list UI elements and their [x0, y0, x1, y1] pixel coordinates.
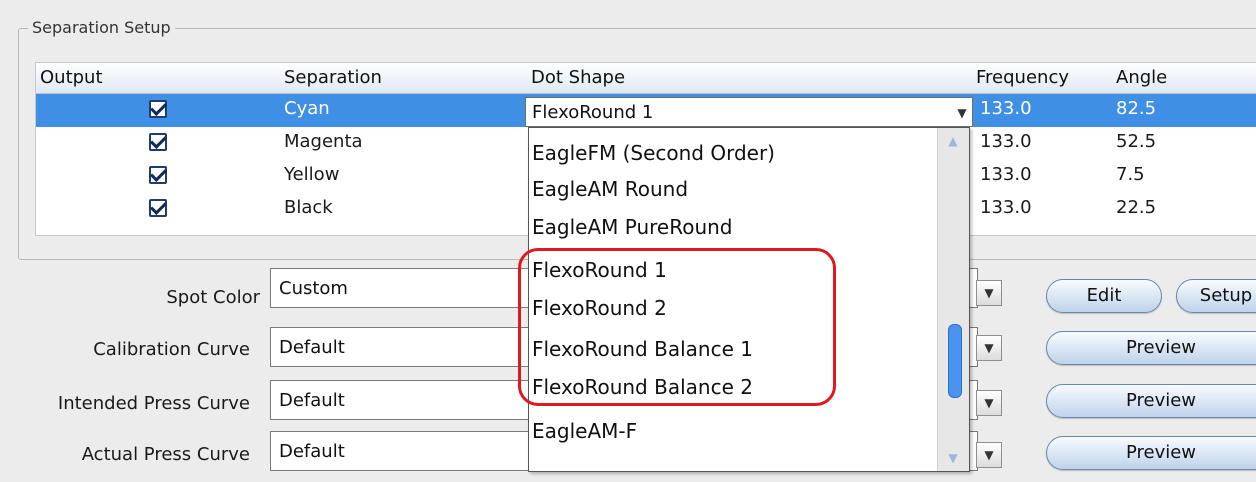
edit-button[interactable]: Edit [1046, 279, 1162, 313]
spot-color-dropdown-button[interactable]: ▼ [976, 280, 1002, 306]
dot-shape-option[interactable]: EagleAM PureRound [532, 208, 936, 246]
actual-press-curve-value: Default [279, 441, 345, 462]
setup-button[interactable]: Setup [1176, 279, 1256, 313]
col-angle-header[interactable]: Angle [1116, 67, 1167, 88]
dot-shape-combobox[interactable]: FlexoRound 1 ▼ [525, 97, 973, 127]
intended-press-curve-label: Intended Press Curve [57, 393, 250, 414]
scrollbar-thumb[interactable] [948, 324, 962, 398]
chevron-down-icon[interactable]: ▼ [954, 106, 970, 120]
frequency-cell: 133.0 [980, 197, 1032, 218]
angle-cell: 52.5 [1116, 131, 1157, 152]
separation-cell: Black [284, 197, 333, 218]
preview-calibration-button[interactable]: Preview [1046, 331, 1256, 365]
angle-cell: 82.5 [1116, 98, 1157, 119]
dropdown-scrollbar[interactable]: ▲ ▼ [937, 128, 969, 471]
angle-cell: 22.5 [1116, 197, 1157, 218]
frequency-cell: 133.0 [980, 164, 1032, 185]
preview-actual-press-button[interactable]: Preview [1046, 436, 1256, 470]
dot-shape-option[interactable]: EagleAM Round [532, 170, 936, 208]
calibration-curve-dropdown-button[interactable]: ▼ [976, 335, 1002, 361]
output-checkbox[interactable] [149, 133, 167, 151]
actual-press-curve-dropdown-button[interactable]: ▼ [976, 442, 1002, 468]
red-highlight-outline [518, 248, 836, 406]
output-checkbox[interactable] [149, 199, 167, 217]
calibration-curve-value: Default [279, 337, 345, 358]
separation-cell: Cyan [284, 98, 330, 119]
spot-color-value: Custom [279, 278, 348, 299]
scroll-down-icon[interactable]: ▼ [942, 449, 964, 467]
separation-setup-title: Separation Setup [28, 18, 175, 37]
intended-press-curve-dropdown-button[interactable]: ▼ [976, 390, 1002, 416]
table-header: Output Separation Dot Shape Frequency An… [36, 63, 1256, 94]
intended-press-curve-value: Default [279, 390, 345, 411]
frequency-cell: 133.0 [980, 98, 1032, 119]
col-separation-header[interactable]: Separation [284, 67, 382, 88]
actual-press-curve-label: Actual Press Curve [81, 444, 250, 465]
col-dot-shape-header[interactable]: Dot Shape [531, 67, 625, 88]
dot-shape-option[interactable]: EagleFM (Second Order) [532, 134, 936, 172]
frequency-cell: 133.0 [980, 131, 1032, 152]
dot-shape-value: FlexoRound 1 [532, 102, 654, 123]
dot-shape-option[interactable]: EagleAM-F [532, 412, 936, 450]
col-output-header[interactable]: Output [40, 67, 103, 88]
angle-cell: 7.5 [1116, 164, 1145, 185]
spot-color-label: Spot Color [166, 287, 260, 308]
preview-intended-press-button[interactable]: Preview [1046, 384, 1256, 418]
calibration-curve-label: Calibration Curve [93, 339, 250, 360]
scroll-up-icon[interactable]: ▲ [942, 132, 964, 150]
separation-cell: Yellow [284, 164, 340, 185]
output-checkbox[interactable] [149, 100, 167, 118]
separation-cell: Magenta [284, 131, 363, 152]
col-frequency-header[interactable]: Frequency [976, 67, 1069, 88]
output-checkbox[interactable] [149, 166, 167, 184]
